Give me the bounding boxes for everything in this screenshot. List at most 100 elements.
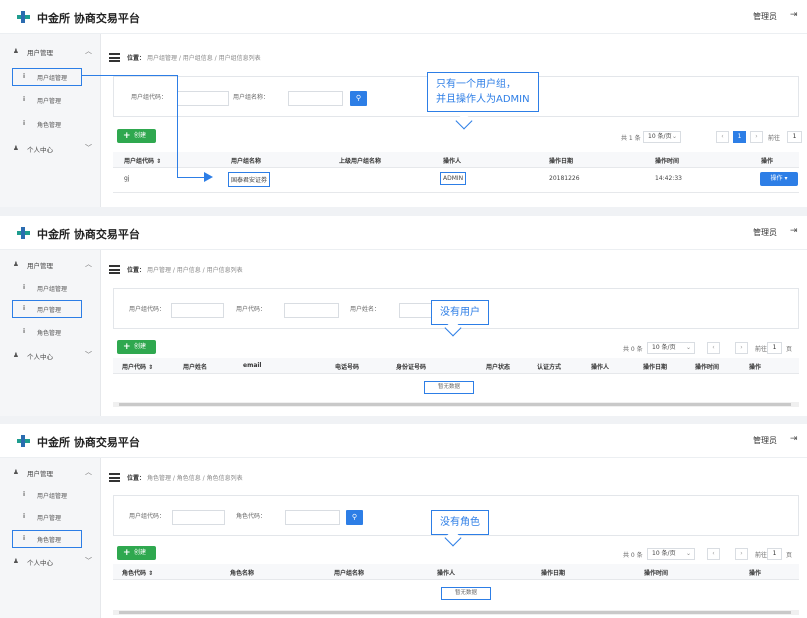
logo-icon — [17, 435, 30, 447]
role-code-label: 角色代码： — [236, 513, 267, 520]
sidebar-item-role[interactable]: i 角色管理 — [0, 323, 101, 341]
cell-time: 14:42:33 — [655, 175, 682, 182]
chevron-down-icon: ⌄ — [685, 550, 691, 557]
chevron-down-icon: ﹀ — [85, 351, 92, 359]
row-divider — [113, 192, 799, 193]
page-unit-label: 页 — [786, 346, 793, 353]
prev-page-button[interactable]: ‹ — [716, 131, 729, 143]
prev-page-button[interactable]: ‹ — [707, 548, 720, 560]
chevron-down-icon: ⌄ — [671, 133, 677, 140]
sidebar: ♟ 用户管理 ︿ i 用户组管理 i 用户管理 i 角色管理 ♟ 个人中心 ﹀ — [0, 250, 101, 416]
empty-state: 暂无数据 — [424, 381, 474, 394]
col-phone: 电话号码 — [335, 364, 360, 371]
arrow-right-icon — [204, 172, 213, 182]
col-operation-date: 操作日期 — [643, 364, 668, 371]
goto-page-input[interactable]: 1 — [787, 131, 802, 143]
users-icon: ♟ — [13, 47, 19, 55]
user-group-code-input[interactable] — [172, 510, 225, 525]
horizontal-scrollbar[interactable] — [113, 610, 799, 615]
nav-group-personal[interactable]: ♟ 个人中心 ﹀ — [0, 551, 101, 571]
sidebar-item-user-group[interactable]: i 用户组管理 — [0, 279, 101, 297]
person-icon: ♟ — [13, 557, 19, 565]
col-role-code[interactable]: 角色代码 ⇕ — [122, 568, 153, 577]
nav-group-user-management[interactable]: ♟ 用户管理 ︿ — [0, 41, 101, 61]
user-group-code-input[interactable] — [177, 91, 229, 106]
user-group-code-input[interactable] — [171, 303, 224, 318]
col-operation-time: 操作时间 — [655, 158, 680, 165]
admin-menu[interactable]: 管理员 — [753, 11, 777, 22]
goto-label: 前往 — [768, 135, 781, 142]
page-number-button[interactable]: 1 — [733, 131, 746, 143]
nav-group-personal[interactable]: ♟ 个人中心 ﹀ — [0, 138, 101, 158]
col-operation-time: 操作时间 — [695, 364, 720, 371]
logo-icon — [17, 11, 30, 23]
plus-icon: + — [123, 342, 131, 352]
sidebar-item-user[interactable]: i 用户管理 — [0, 91, 101, 109]
logout-icon[interactable]: ⇥ — [790, 10, 798, 20]
page-size-select[interactable]: 10 条/页 ⌄ — [647, 342, 695, 354]
admin-menu[interactable]: 管理员 — [753, 227, 777, 238]
sidebar-item-user[interactable]: i 用户管理 — [12, 300, 82, 318]
prev-page-button[interactable]: ‹ — [707, 342, 720, 354]
chevron-down-icon: ﹀ — [85, 557, 92, 565]
search-button[interactable]: ⚲ — [346, 510, 363, 525]
horizontal-scrollbar[interactable] — [113, 402, 799, 407]
connector-line — [82, 75, 178, 76]
col-user-code[interactable]: 用户代码 ⇕ — [122, 362, 153, 371]
role-code-input[interactable] — [285, 510, 340, 525]
info-icon: i — [23, 328, 26, 335]
table-header: 角色代码 ⇕ 角色名称 用户组名称 操作人 操作日期 操作时间 操作 — [113, 564, 799, 580]
next-page-button[interactable]: › — [735, 548, 748, 560]
admin-menu[interactable]: 管理员 — [753, 435, 777, 446]
cell-code: gj — [124, 175, 130, 182]
col-user-group-code[interactable]: 用户组代码 ⇕ — [124, 156, 161, 165]
chevron-down-icon: ⌄ — [685, 344, 691, 351]
nav-group-user-management[interactable]: ♟ 用户管理 ︿ — [0, 254, 101, 274]
chevron-up-icon: ︿ — [85, 260, 92, 268]
col-action: 操作 — [749, 364, 762, 371]
col-operation-date: 操作日期 — [541, 570, 566, 577]
annotation-callout: 没有角色 — [431, 510, 489, 535]
sidebar: ♟ 用户管理 ︿ i 用户组管理 i 用户管理 i 角色管理 ♟ 个人中心 ﹀ — [0, 34, 101, 207]
goto-page-input[interactable]: 1 — [767, 342, 782, 354]
sidebar-item-user-group[interactable]: i 用户组管理 — [12, 68, 82, 86]
page-size-select[interactable]: 10 条/页 ⌄ — [647, 548, 695, 560]
nav-group-user-management[interactable]: ♟ 用户管理 ︿ — [0, 462, 101, 482]
menu-toggle-icon[interactable] — [109, 53, 120, 62]
sidebar-item-user-group[interactable]: i 用户组管理 — [0, 486, 101, 504]
page-size-select[interactable]: 10 条/页 ⌄ — [643, 131, 681, 143]
logout-icon[interactable]: ⇥ — [790, 226, 798, 236]
logout-icon[interactable]: ⇥ — [790, 434, 798, 444]
panel-separator — [0, 207, 807, 216]
col-user-status: 用户状态 — [486, 364, 511, 371]
goto-page-input[interactable]: 1 — [767, 548, 782, 560]
row-action-button[interactable]: 操作 ▾ — [760, 172, 798, 186]
next-page-button[interactable]: › — [750, 131, 763, 143]
sidebar-item-user[interactable]: i 用户管理 — [0, 508, 101, 526]
sidebar-item-role[interactable]: i 角色管理 — [12, 530, 82, 548]
search-button[interactable]: ⚲ — [350, 91, 367, 106]
nav-group-personal[interactable]: ♟ 个人中心 ﹀ — [0, 345, 101, 365]
user-code-input[interactable] — [284, 303, 339, 318]
sidebar-item-role[interactable]: i 角色管理 — [0, 115, 101, 133]
create-button[interactable]: + 创建 — [117, 129, 156, 143]
users-icon: ♟ — [13, 468, 19, 476]
cell-operator: ADMIN — [439, 172, 467, 185]
user-group-table: 用户组代码 ⇕ 用户组名称 上级用户组名称 操作人 操作日期 操作时间 操作 g… — [113, 152, 799, 194]
menu-toggle-icon[interactable] — [109, 473, 120, 482]
create-button[interactable]: + 创建 — [117, 340, 156, 354]
cell-user-group-name: 国泰君安证券 — [227, 172, 271, 187]
cell-date: 20181226 — [549, 175, 580, 182]
create-button[interactable]: + 创建 — [117, 546, 156, 560]
total-count: 共 1 条 — [621, 135, 641, 142]
goto-label: 前往 — [755, 346, 768, 353]
next-page-button[interactable]: › — [735, 342, 748, 354]
user-group-code-label: 用户组代码： — [129, 513, 166, 520]
info-icon: i — [23, 284, 26, 291]
col-id-number: 身份证号码 — [396, 364, 427, 371]
user-group-name-input[interactable] — [288, 91, 343, 106]
sidebar: ♟ 用户管理 ︿ i 用户组管理 i 用户管理 i 角色管理 ♟ 个人中心 ﹀ — [0, 458, 101, 618]
user-group-name-label: 用户组名称： — [233, 94, 270, 101]
user-name-input[interactable] — [399, 303, 434, 318]
menu-toggle-icon[interactable] — [109, 265, 120, 274]
